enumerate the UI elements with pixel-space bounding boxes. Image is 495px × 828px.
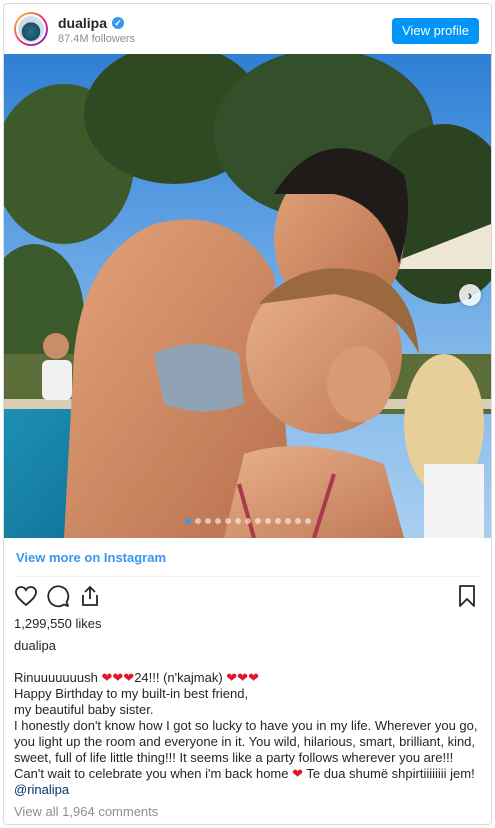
carousel-dot <box>234 518 241 524</box>
carousel-dot <box>194 518 201 524</box>
username[interactable]: dualipa <box>58 15 107 31</box>
heart-outline-icon[interactable] <box>14 584 38 608</box>
heart-emoji-icon: ❤ <box>292 766 304 781</box>
carousel-dot <box>304 518 311 524</box>
verified-badge-icon: ✓ <box>112 17 125 29</box>
photo-image <box>4 54 491 538</box>
caption-line: Rinuuuuuuush ❤❤❤24!!! (n'kajmak) ❤❤❤ <box>14 670 482 686</box>
carousel-dot <box>224 518 231 524</box>
carousel-dots <box>4 518 491 524</box>
username-row: dualipa ✓ <box>58 15 125 31</box>
carousel-dot <box>214 518 221 524</box>
caption-segment: Te dua shumë shpirtiiiiiiii jem! <box>303 766 475 781</box>
heart-emoji-icon: ❤ <box>112 670 124 685</box>
view-comments-link[interactable]: View all 1,964 comments <box>14 804 158 819</box>
carousel-dot <box>264 518 271 524</box>
heart-emoji-icon: ❤ <box>123 670 135 685</box>
heart-emoji-icon: ❤ <box>237 670 249 685</box>
next-slide-icon[interactable]: › <box>459 284 481 306</box>
caption-line: my beautiful baby sister. <box>14 702 154 717</box>
caption-username[interactable]: dualipa <box>14 638 56 653</box>
avatar[interactable] <box>14 12 48 46</box>
post-header: dualipa ✓ 87.4M followers View profile <box>4 4 491 54</box>
caption-line: I honestly don't know how I got so lucky… <box>14 718 482 798</box>
action-bar <box>14 584 102 608</box>
mention-link[interactable]: @rinalipa <box>14 782 69 797</box>
caption-line: Happy Birthday to my built-in best frien… <box>14 686 249 701</box>
view-more-link[interactable]: View more on Instagram <box>16 550 166 565</box>
like-count: 1,299,550 likes <box>14 616 102 631</box>
avatar-image <box>16 14 46 44</box>
carousel-dot <box>244 518 251 524</box>
carousel-dot <box>274 518 281 524</box>
post-photo[interactable]: › <box>4 54 491 538</box>
caption-text: Rinuuuuuuush ❤❤❤24!!! (n'kajmak) ❤❤❤ Hap… <box>14 670 482 798</box>
carousel-dot <box>284 518 291 524</box>
carousel-dot <box>204 518 211 524</box>
follower-count: 87.4M followers <box>58 33 136 45</box>
share-icon[interactable] <box>78 584 102 608</box>
divider <box>14 576 481 577</box>
heart-emoji-icon: ❤ <box>101 670 113 685</box>
view-profile-button[interactable]: View profile <box>392 18 479 44</box>
heart-emoji-icon: ❤ <box>226 670 238 685</box>
caption-segment: Rinuuuuuuush <box>14 670 102 685</box>
carousel-dot <box>184 518 191 524</box>
caption-segment: 24!!! (n'kajmak) <box>134 670 227 685</box>
carousel-dot <box>254 518 261 524</box>
carousel-dot <box>294 518 301 524</box>
bookmark-icon[interactable] <box>455 584 479 608</box>
heart-emoji-icon: ❤ <box>248 670 259 685</box>
comment-icon[interactable] <box>46 584 70 608</box>
instagram-embed: dualipa ✓ 87.4M followers View profile ›… <box>3 3 492 825</box>
